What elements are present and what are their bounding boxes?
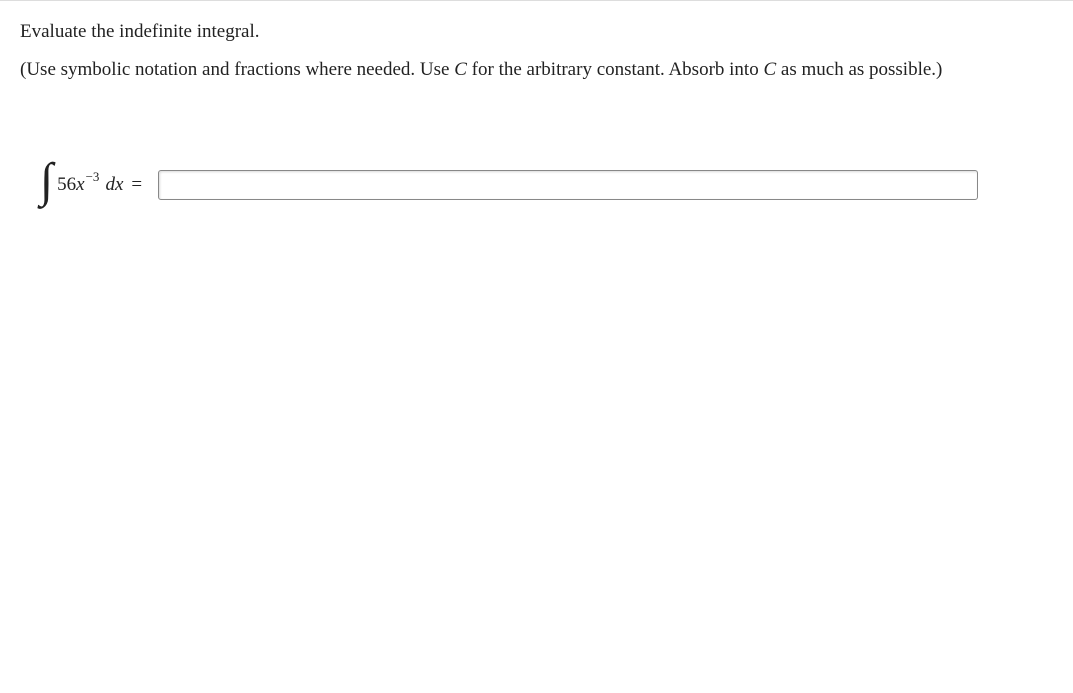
integral-expression: ∫ 56x−3 dx = — [40, 161, 144, 209]
differential: dx — [105, 174, 123, 196]
instruction-pre: (Use symbolic notation and fractions whe… — [20, 59, 454, 80]
exponent: −3 — [86, 169, 100, 185]
instruction-detail: (Use symbolic notation and fractions whe… — [20, 59, 1053, 81]
equals-sign: = — [131, 174, 142, 196]
instruction-title: Evaluate the indefinite integral. — [20, 21, 1053, 43]
problem-container: Evaluate the indefinite integral. (Use s… — [0, 0, 1073, 209]
integral-row: ∫ 56x−3 dx = — [20, 161, 1053, 209]
instruction-post: as much as possible.) — [776, 59, 942, 80]
integral-sign-icon: ∫ — [40, 157, 53, 205]
coefficient: 56 — [57, 174, 76, 196]
constant-c-2: C — [763, 59, 776, 80]
constant-c-1: C — [454, 59, 467, 80]
variable-x: x — [76, 174, 84, 196]
integrand: 56x−3 dx — [57, 174, 123, 196]
instruction-mid: for the arbitrary constant. Absorb into — [467, 59, 764, 80]
answer-input[interactable] — [158, 170, 978, 200]
